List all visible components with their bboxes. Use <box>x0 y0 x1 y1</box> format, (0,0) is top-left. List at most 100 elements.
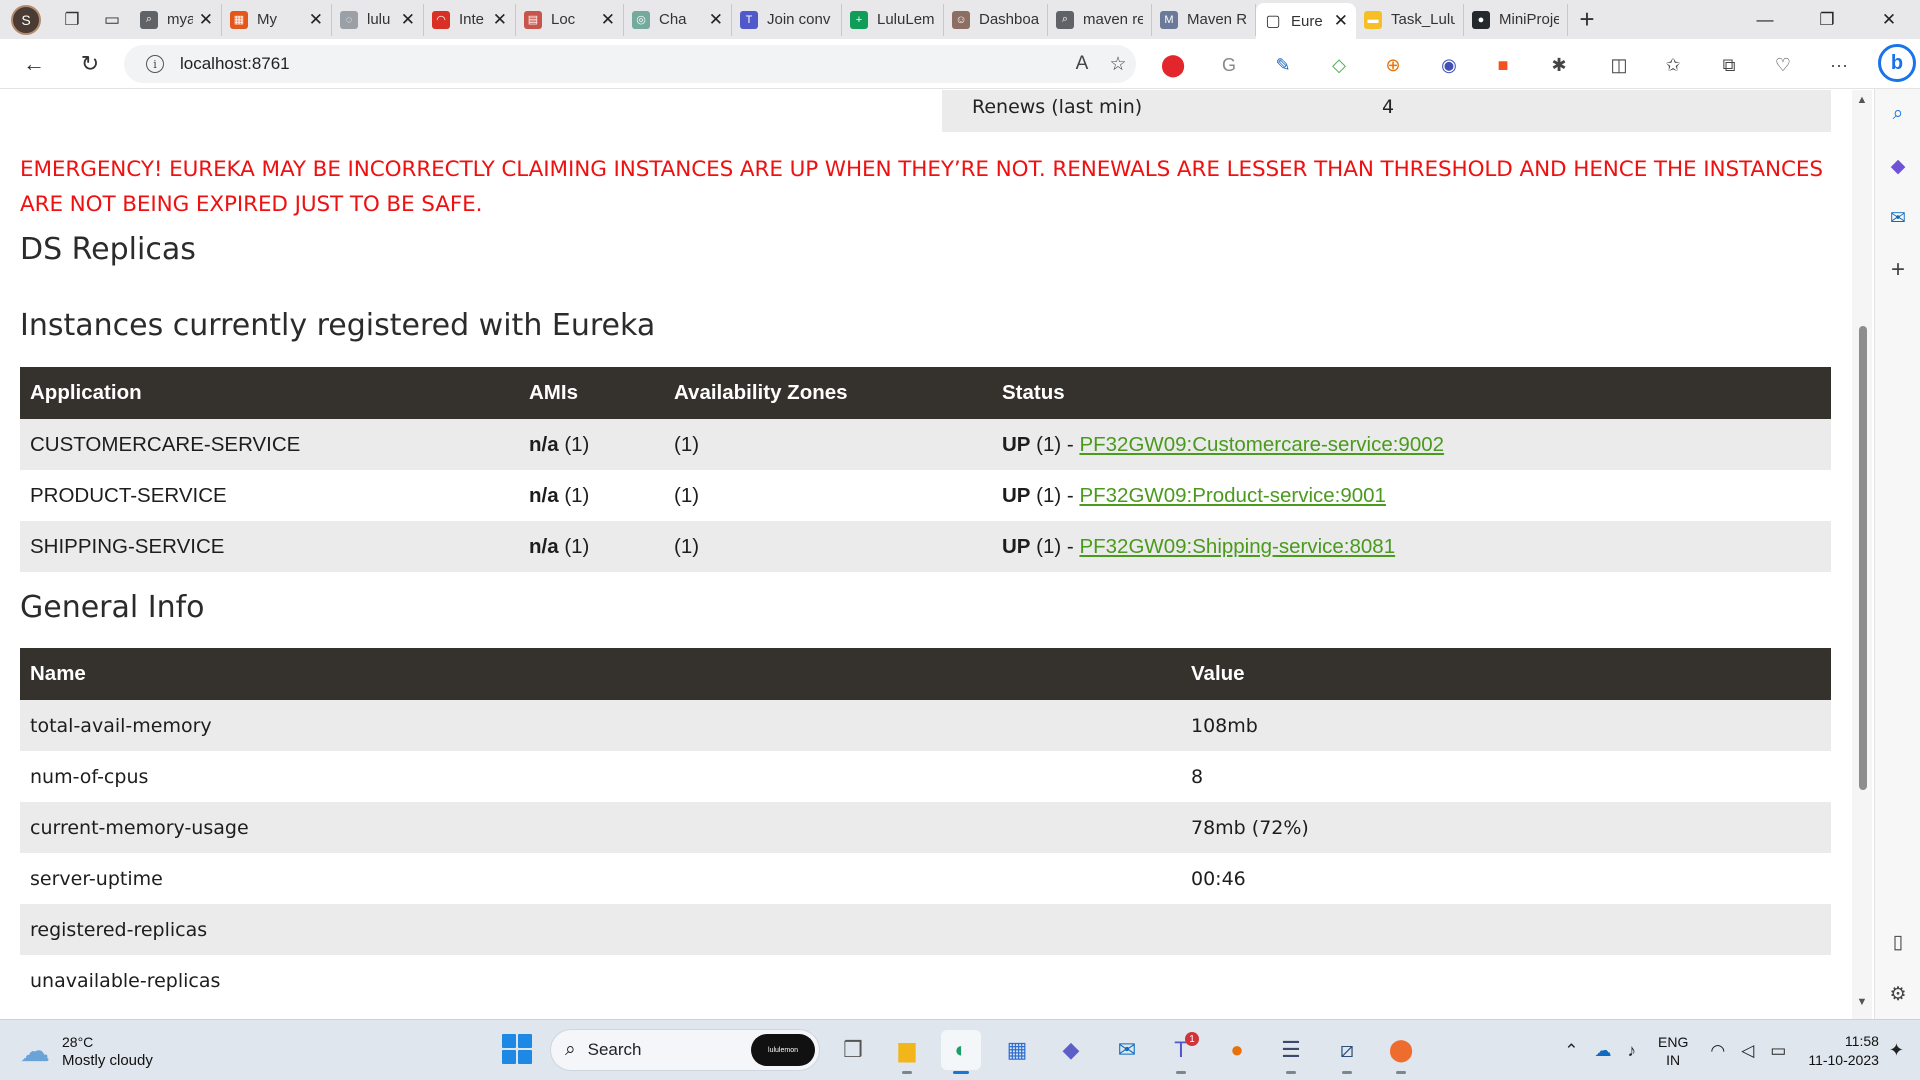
teams-icon[interactable]: T 1 <box>1161 1030 1201 1074</box>
col-application: Application <box>20 367 519 419</box>
browser-tab[interactable]: ◎ Cha ✕ <box>624 3 732 36</box>
collections-icon[interactable]: ⧉ <box>1716 52 1742 78</box>
tab-label: MiniProje <box>1499 11 1559 28</box>
code-extension-icon[interactable]: ◇ <box>1326 52 1352 78</box>
weather-widget[interactable]: ☁ 28°C Mostly cloudy <box>20 1030 153 1072</box>
browser-tab[interactable]: ◠ Inte ✕ <box>424 3 516 36</box>
browser-tab[interactable]: ▦ My ✕ <box>222 3 332 36</box>
renews-row: Renews (last min) 4 <box>942 90 1831 132</box>
instance-link[interactable]: PF32GW09:Customercare-service:9002 <box>1079 433 1444 456</box>
more-options-icon[interactable]: ··· <box>1826 52 1852 78</box>
outlook-taskbar-icon[interactable]: ✉ <box>1107 1030 1147 1070</box>
browser-tab[interactable]: + LuluLem <box>842 3 944 36</box>
language-indicator[interactable]: ENG IN <box>1658 1033 1688 1069</box>
pen-extension-icon[interactable]: ✎ <box>1270 52 1296 78</box>
favorites-icon[interactable]: ✩ <box>1660 52 1686 78</box>
clock[interactable]: 11:58 11-10-2023 <box>1808 1032 1879 1070</box>
scroll-down-icon[interactable]: ▼ <box>1856 996 1868 1008</box>
favorite-star-icon[interactable]: ☆ <box>1100 53 1136 76</box>
outlook-icon[interactable]: ✉ <box>1883 203 1913 233</box>
edge-browser-icon[interactable]: ◐ <box>941 1030 981 1074</box>
url-text[interactable]: localhost:8761 <box>180 54 1064 74</box>
chevron-up-icon[interactable]: ⌃ <box>1564 1041 1578 1061</box>
screen-extension-icon[interactable]: ◉ <box>1436 52 1462 78</box>
general-info-row: num-of-cpus 8 <box>20 751 1831 802</box>
tab-favicon-icon: ◠ <box>432 10 450 29</box>
browser-tab[interactable]: ⌕ mya ✕ <box>132 3 222 36</box>
address-bar[interactable]: i localhost:8761 A ☆ <box>124 45 1136 83</box>
copilot-taskbar-icon[interactable]: ◆ <box>1051 1030 1091 1070</box>
opera-icon[interactable]: ⬤ <box>1160 52 1186 78</box>
tab-close-icon[interactable]: ✕ <box>199 10 213 30</box>
browser-tab[interactable]: M Maven R <box>1152 3 1256 36</box>
browser-tab[interactable]: ● MiniProje <box>1464 3 1568 36</box>
volume-icon[interactable]: ◁ <box>1741 1041 1754 1061</box>
browser-tab[interactable]: T Join conv <box>732 3 842 36</box>
read-aloud-icon[interactable]: A <box>1064 53 1100 75</box>
new-tab-button[interactable]: + <box>1568 0 1606 39</box>
add-sidebar-app-icon[interactable]: + <box>1883 255 1913 285</box>
copilot-app-icon[interactable]: ◆ <box>1883 151 1913 181</box>
tab-favicon-icon: T <box>740 10 758 29</box>
close-window-icon[interactable]: ✕ <box>1858 0 1920 39</box>
wifi-icon[interactable]: ◠ <box>1710 1041 1725 1061</box>
scroll-thumb[interactable] <box>1859 326 1867 790</box>
mic-muted-icon[interactable]: ♪ <box>1628 1041 1637 1061</box>
microsoft-store-icon[interactable]: ▦ <box>997 1030 1037 1070</box>
file-explorer-icon[interactable]: ▆ <box>887 1030 927 1074</box>
extensions-icon[interactable]: ✱ <box>1546 52 1572 78</box>
tab-close-icon[interactable]: ✕ <box>493 10 507 30</box>
postman-extension-icon[interactable]: ⊕ <box>1380 52 1406 78</box>
start-button[interactable] <box>502 1034 532 1064</box>
app-icon-orange[interactable]: ● <box>1217 1030 1257 1070</box>
task-view-icon[interactable]: ❒ <box>833 1030 873 1070</box>
browser-tab[interactable]: ◌ lulu ✕ <box>332 3 424 36</box>
tab-actions-icon[interactable]: ▭ <box>92 0 132 39</box>
page-scrollbar[interactable]: ▲ ▼ <box>1852 90 1872 1019</box>
browser-tab[interactable]: ☺ Dashboa <box>944 3 1048 36</box>
tab-favicon-icon: ⌕ <box>140 10 158 29</box>
workspaces-icon[interactable]: ❐ <box>52 0 92 39</box>
performance-icon[interactable]: ♡ <box>1770 52 1796 78</box>
teams-badge: 1 <box>1185 1032 1199 1046</box>
notification-icon[interactable]: ✦ <box>1889 1040 1904 1061</box>
scroll-up-icon[interactable]: ▲ <box>1856 94 1868 106</box>
onedrive-icon[interactable]: ☁ <box>1595 1041 1612 1061</box>
sts-icon[interactable]: ⧄ <box>1327 1030 1367 1074</box>
tab-close-icon[interactable]: ✕ <box>1334 11 1348 31</box>
tab-close-icon[interactable]: ✕ <box>401 10 415 30</box>
battery-icon[interactable]: ▭ <box>1770 1041 1786 1061</box>
instance-zones: (1) <box>664 419 992 470</box>
general-info-row: total-avail-memory 108mb <box>20 700 1831 751</box>
hide-sidebar-icon[interactable]: ▯ <box>1883 927 1913 957</box>
taskbar-search[interactable]: ⌕ Search lululemon <box>550 1029 820 1071</box>
info-icon[interactable]: i <box>146 55 164 73</box>
window-controls: — ❐ ✕ <box>1734 0 1920 39</box>
back-icon[interactable]: ← <box>16 47 52 81</box>
grammarly-icon[interactable]: G <box>1216 52 1242 78</box>
tab-close-icon[interactable]: ✕ <box>709 10 723 30</box>
info-name: server-uptime <box>20 853 1181 904</box>
browser-tab[interactable]: ▤ Loc ✕ <box>516 3 624 36</box>
instance-link[interactable]: PF32GW09:Shipping-service:8081 <box>1079 535 1395 558</box>
search-icon[interactable]: ⌕ <box>1883 99 1913 129</box>
tab-close-icon[interactable]: ✕ <box>601 10 615 30</box>
settings-gear-icon[interactable]: ⚙ <box>1883 979 1913 1009</box>
split-screen-icon[interactable]: ◫ <box>1606 52 1632 78</box>
restore-icon[interactable]: ❐ <box>1796 0 1858 39</box>
postman-icon[interactable]: ⬤ <box>1381 1030 1421 1074</box>
tab-close-icon[interactable]: ✕ <box>309 10 323 30</box>
copilot-icon[interactable]: b <box>1878 44 1916 82</box>
eclipse-icon[interactable]: ☰ <box>1271 1030 1311 1074</box>
tab-active[interactable]: ▢ Eure ✕ <box>1256 3 1356 39</box>
minimize-icon[interactable]: — <box>1734 0 1796 39</box>
general-info-row: unavailable-replicas <box>20 955 1831 1006</box>
plus-extension-icon[interactable]: ■ <box>1490 52 1516 78</box>
instance-link[interactable]: PF32GW09:Product-service:9001 <box>1079 484 1386 507</box>
tab-label: maven re <box>1083 11 1143 28</box>
refresh-icon[interactable]: ↻ <box>72 47 108 81</box>
browser-tab[interactable]: ⌕ maven re <box>1048 3 1152 36</box>
browser-tab[interactable]: ▬ Task_Lulu <box>1356 3 1464 36</box>
profile-button[interactable]: S <box>0 0 52 39</box>
col-name: Name <box>20 648 1181 700</box>
